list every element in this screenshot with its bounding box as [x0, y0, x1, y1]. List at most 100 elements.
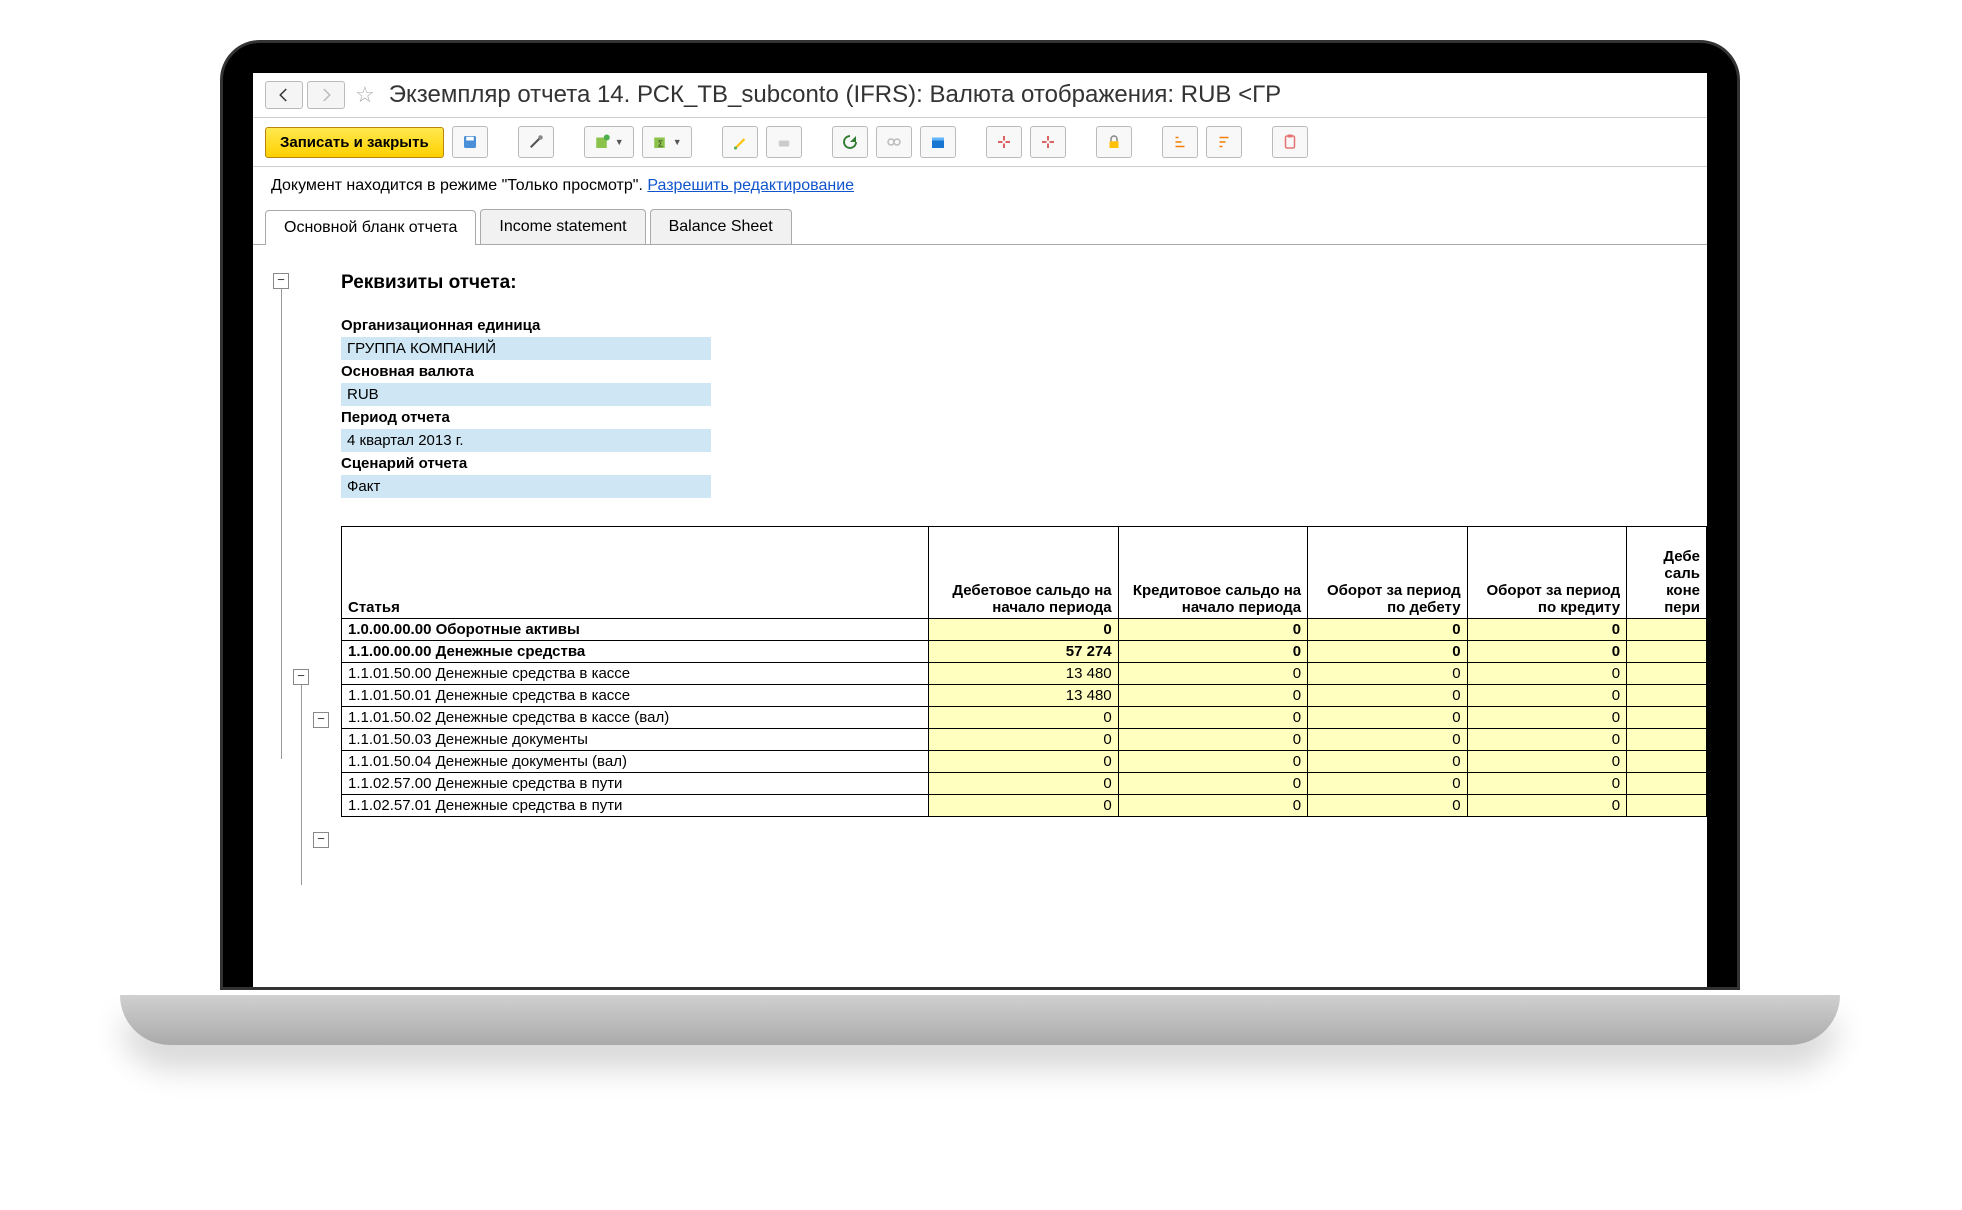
- table-row[interactable]: 1.1.02.57.00 Денежные средства в пути000…: [342, 773, 1707, 795]
- report-table: Статья Дебетовое сальдо на начало период…: [341, 526, 1707, 817]
- lock-button[interactable]: [1096, 126, 1132, 158]
- cell-value: 0: [929, 729, 1118, 751]
- refresh-button[interactable]: [832, 126, 868, 158]
- attr-value: ГРУППА КОМПАНИЙ: [341, 337, 711, 360]
- clipboard-button[interactable]: [1272, 126, 1308, 158]
- cell-article: 1.1.01.50.02 Денежные средства в кассе (…: [342, 707, 929, 729]
- cell-value: 0: [929, 619, 1118, 641]
- cell-value: [1627, 663, 1707, 685]
- cell-value: 13 480: [929, 663, 1118, 685]
- cell-value: 0: [1308, 707, 1467, 729]
- cell-value: 0: [1467, 685, 1627, 707]
- sort-desc-button[interactable]: [1206, 126, 1242, 158]
- cell-value: 0: [1308, 751, 1467, 773]
- titlebar: ☆ Экземпляр отчета 14. РСК_ТВ_subconto (…: [253, 73, 1707, 118]
- col-header-debit-end: Дебе саль коне пери: [1627, 527, 1707, 619]
- cell-value: 0: [1467, 773, 1627, 795]
- mode-dropdown-1[interactable]: ▼: [584, 126, 634, 158]
- col-header-debit-turnover: Оборот за период по дебету: [1308, 527, 1467, 619]
- table-row[interactable]: 1.1.02.57.01 Денежные средства в пути000…: [342, 795, 1707, 817]
- enable-edit-link[interactable]: Разрешить редактирование: [647, 177, 854, 194]
- cell-value: [1627, 641, 1707, 663]
- table-row[interactable]: 1.1.00.00.00 Денежные средства57 274000: [342, 641, 1707, 663]
- cell-value: 0: [1467, 663, 1627, 685]
- table-row[interactable]: 1.1.01.50.02 Денежные средства в кассе (…: [342, 707, 1707, 729]
- tree-collapse-icon[interactable]: −: [313, 712, 329, 728]
- tree-collapse-icon[interactable]: −: [273, 273, 289, 289]
- highlight-button[interactable]: [722, 126, 758, 158]
- attr-label: Период отчета: [341, 406, 1707, 429]
- cell-value: 0: [1308, 729, 1467, 751]
- expand-columns-button[interactable]: [986, 126, 1022, 158]
- col-header-article: Статья: [342, 527, 929, 619]
- attr-value: RUB: [341, 383, 711, 406]
- toolbar: Записать и закрыть ▼ Σ▼: [253, 118, 1707, 167]
- cell-value: 0: [1118, 641, 1307, 663]
- table-row[interactable]: 1.1.01.50.01 Денежные средства в кассе13…: [342, 685, 1707, 707]
- tree-collapse-icon[interactable]: −: [293, 669, 309, 685]
- attr-label: Сценарий отчета: [341, 452, 1707, 475]
- tab-main-form[interactable]: Основной бланк отчета: [265, 210, 476, 245]
- cell-value: [1627, 685, 1707, 707]
- tree-collapse-icon[interactable]: −: [313, 832, 329, 848]
- report-heading: Реквизиты отчета:: [341, 272, 1707, 294]
- cell-value: 0: [929, 773, 1118, 795]
- collapse-columns-button[interactable]: [1030, 126, 1066, 158]
- cell-value: 0: [1118, 663, 1307, 685]
- cell-article: 1.1.02.57.01 Денежные средства в пути: [342, 795, 929, 817]
- cell-article: 1.1.01.50.01 Денежные средства в кассе: [342, 685, 929, 707]
- cell-value: 0: [1118, 685, 1307, 707]
- forward-button[interactable]: [307, 81, 345, 109]
- tab-balance-sheet[interactable]: Balance Sheet: [650, 209, 792, 244]
- table-row[interactable]: 1.1.01.50.00 Денежные средства в кассе13…: [342, 663, 1707, 685]
- cell-value: 0: [1118, 729, 1307, 751]
- cell-value: [1627, 729, 1707, 751]
- cell-value: 0: [1467, 641, 1627, 663]
- archive-button[interactable]: [920, 126, 956, 158]
- cell-value: 0: [1467, 619, 1627, 641]
- cell-value: 57 274: [929, 641, 1118, 663]
- cell-value: 0: [1118, 773, 1307, 795]
- favorite-star-icon[interactable]: ☆: [355, 82, 375, 108]
- cell-value: 13 480: [929, 685, 1118, 707]
- mode-dropdown-2[interactable]: Σ▼: [642, 126, 692, 158]
- cell-value: [1627, 707, 1707, 729]
- table-row[interactable]: 1.0.00.00.00 Оборотные активы0000: [342, 619, 1707, 641]
- cell-article: 1.1.02.57.00 Денежные средства в пути: [342, 773, 929, 795]
- cell-value: [1627, 773, 1707, 795]
- cell-value: 0: [1118, 795, 1307, 817]
- cell-value: 0: [1467, 795, 1627, 817]
- cell-value: [1627, 795, 1707, 817]
- table-row[interactable]: 1.1.01.50.04 Денежные документы (вал)000…: [342, 751, 1707, 773]
- attr-value: Факт: [341, 475, 711, 498]
- table-row[interactable]: 1.1.01.50.03 Денежные документы0000: [342, 729, 1707, 751]
- readonly-status-text: Документ находится в режиме "Только прос…: [271, 177, 647, 194]
- cell-article: 1.1.01.50.04 Денежные документы (вал): [342, 751, 929, 773]
- back-button[interactable]: [265, 81, 303, 109]
- cell-value: 0: [929, 751, 1118, 773]
- attr-label: Основная валюта: [341, 360, 1707, 383]
- page-title: Экземпляр отчета 14. РСК_ТВ_subconto (IF…: [389, 81, 1281, 109]
- cell-article: 1.0.00.00.00 Оборотные активы: [342, 619, 929, 641]
- eraser-button[interactable]: [766, 126, 802, 158]
- col-header-credit-turnover: Оборот за период по кредиту: [1467, 527, 1627, 619]
- cell-article: 1.1.01.50.03 Денежные документы: [342, 729, 929, 751]
- cell-value: 0: [1118, 751, 1307, 773]
- cell-value: 0: [1308, 641, 1467, 663]
- cell-value: 0: [1467, 751, 1627, 773]
- status-row: Документ находится в режиме "Только прос…: [253, 167, 1707, 205]
- tab-bar: Основной бланк отчета Income statement B…: [253, 209, 1707, 245]
- link-button[interactable]: [876, 126, 912, 158]
- sort-asc-button[interactable]: [1162, 126, 1198, 158]
- attr-label: Организационная единица: [341, 314, 1707, 337]
- cell-value: 0: [1118, 619, 1307, 641]
- save-and-close-button[interactable]: Записать и закрыть: [265, 127, 444, 158]
- tab-income-statement[interactable]: Income statement: [480, 209, 645, 244]
- cell-value: 0: [929, 707, 1118, 729]
- save-button[interactable]: [452, 126, 488, 158]
- cell-article: 1.1.00.00.00 Денежные средства: [342, 641, 929, 663]
- cell-value: 0: [1308, 663, 1467, 685]
- cell-value: 0: [1118, 707, 1307, 729]
- settings-button[interactable]: [518, 126, 554, 158]
- cell-value: 0: [1308, 795, 1467, 817]
